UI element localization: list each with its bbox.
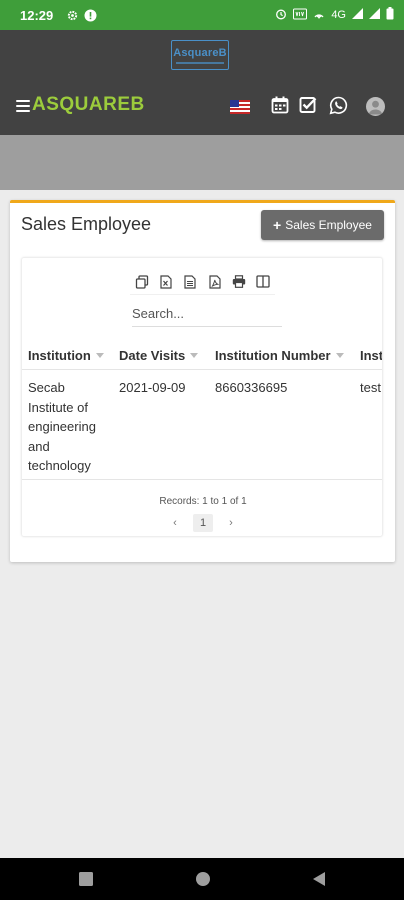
table-toolbar [130,269,275,295]
system-nav-bar [0,858,404,900]
signal-icon [352,8,363,22]
network-type: 4G [331,9,346,21]
column-label: Institution Number [215,348,331,363]
column-header-date-visits[interactable]: Date Visits [119,348,199,363]
user-avatar-icon[interactable] [366,97,385,116]
cell-line: Institute of [28,399,88,415]
column-label: Institution [28,348,91,363]
sort-icon [335,353,344,358]
card-title: Sales Employee [21,214,152,234]
cell-inst: test [360,380,381,395]
csv-icon[interactable] [181,273,199,291]
logo-underline [176,61,224,64]
battery-icon [386,7,394,23]
back-icon[interactable] [311,871,327,887]
sort-icon [95,353,104,358]
search-input[interactable] [132,300,282,327]
column-header-institution[interactable]: Institution [28,348,104,363]
app-logo: AsquareB [171,40,229,70]
print-icon[interactable] [230,273,248,291]
data-table-panel: Institution Date Visits Institution Numb… [21,257,383,537]
records-info: Records: 1 to 1 of 1 [159,496,247,507]
cell-line: technology [28,458,91,473]
menu-icon[interactable] [16,100,30,112]
status-time: 12:29 [20,7,54,23]
alarm-icon [275,8,287,23]
column-label: Inst [360,348,383,363]
table-row[interactable]: Secab Institute of engineering and techn… [22,370,382,480]
vowifi-icon [293,8,308,23]
sort-icon [190,353,199,358]
alert-icon [84,9,97,22]
add-sales-employee-button[interactable]: + Sales Employee [261,210,384,240]
home-icon[interactable] [195,871,211,887]
column-header-inst[interactable]: Inst [360,348,383,363]
cell-line: and [28,438,50,454]
status-right-group: 4G [275,7,394,23]
copy-icon[interactable] [133,273,151,291]
cell-line: Secab [28,380,65,395]
pdf-icon[interactable] [206,273,224,291]
cell-line: engineering [28,419,96,434]
column-header-institution-number[interactable]: Institution Number [215,348,344,363]
cell-institution: Secab Institute of engineering and techn… [28,378,96,476]
signal-icon-2 [369,8,380,22]
page-banner [0,135,404,190]
logo-text: AsquareB [173,46,227,59]
us-flag-icon[interactable] [230,100,250,114]
checkbox-icon[interactable] [299,96,319,116]
brand-title[interactable]: ASQUAREB [32,94,145,116]
pagination: ‹ 1 › [22,514,382,532]
whatsapp-icon[interactable] [329,96,349,116]
columns-icon[interactable] [254,273,272,291]
recents-icon[interactable] [78,871,94,887]
plus-icon: + [273,217,282,233]
prev-page-button[interactable]: ‹ [165,514,185,532]
sales-employee-card: Sales Employee + Sales Employee Search..… [10,200,395,562]
hotspot-icon [313,8,325,23]
app-header: AsquareB ASQUAREB [0,30,404,135]
excel-icon[interactable] [157,273,175,291]
cell-date-visits: 2021-09-09 [119,380,186,395]
status-bar: 12:29 4G [0,0,404,30]
add-button-label: Sales Employee [285,218,372,232]
table-header: Institution Date Visits Institution Numb… [22,340,383,370]
next-page-button[interactable]: › [221,514,241,532]
cell-institution-number: 8660336695 [215,380,288,395]
calendar-icon[interactable] [271,96,291,116]
column-label: Date Visits [119,348,186,363]
settings-icon [67,10,78,21]
page-button-current[interactable]: 1 [193,514,213,532]
